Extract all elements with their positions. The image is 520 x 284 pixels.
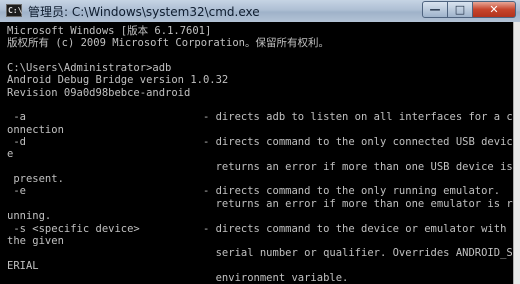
console-line: Android Debug Bridge version 1.0.32 [7, 74, 229, 87]
console-line: unning. [7, 210, 52, 223]
maximize-button[interactable]: □ [448, 1, 473, 18]
cmd-window: C:\ 管理员: C:\Windows\system32\cmd.exe — □… [0, 0, 520, 284]
console-line: present. [7, 173, 64, 186]
vertical-scrollbar[interactable] [513, 22, 520, 284]
console-line: -s <specific device> - directs command t… [7, 222, 507, 235]
console-line: returns an error if more than one USB de… [7, 160, 513, 173]
title-bar[interactable]: C:\ 管理员: C:\Windows\system32\cmd.exe — □… [0, 0, 520, 23]
console-line: Revision 09a0d98bebce-android [7, 86, 191, 99]
window-title: 管理员: C:\Windows\system32\cmd.exe [28, 5, 260, 19]
console-line: 版权所有 (c) 2009 Microsoft Corporation。保留所有… [7, 37, 329, 50]
console-text: Microsoft Windows [版本 6.1.7601] 版权所有 (c) … [0, 22, 520, 284]
console-line: C:\Users\Administrator>adb [7, 62, 172, 75]
console-line: -e - directs command to the only running… [7, 185, 501, 198]
console-line: serial number or qualifier. Overrides AN… [7, 247, 513, 260]
window-controls: — □ ✕ [422, 1, 516, 20]
console-line: e [7, 148, 14, 161]
console-line: the given [7, 234, 64, 247]
console-line: onnection [7, 123, 64, 136]
cmd-icon[interactable]: C:\ [6, 4, 22, 17]
close-button[interactable]: ✕ [473, 1, 516, 18]
console-line: environment variable. [7, 271, 349, 284]
console-line: ERIAL [7, 259, 39, 272]
console-output[interactable]: Microsoft Windows [版本 6.1.7601] 版权所有 (c) … [0, 22, 520, 284]
minimize-button[interactable]: — [422, 1, 448, 18]
console-line: Microsoft Windows [版本 6.1.7601] [7, 25, 212, 37]
console-line: -a - directs adb to listen on all interf… [7, 111, 513, 124]
console-line: -d - directs command to the only connect… [7, 136, 513, 149]
console-line: returns an error if more than one emulat… [7, 197, 513, 210]
